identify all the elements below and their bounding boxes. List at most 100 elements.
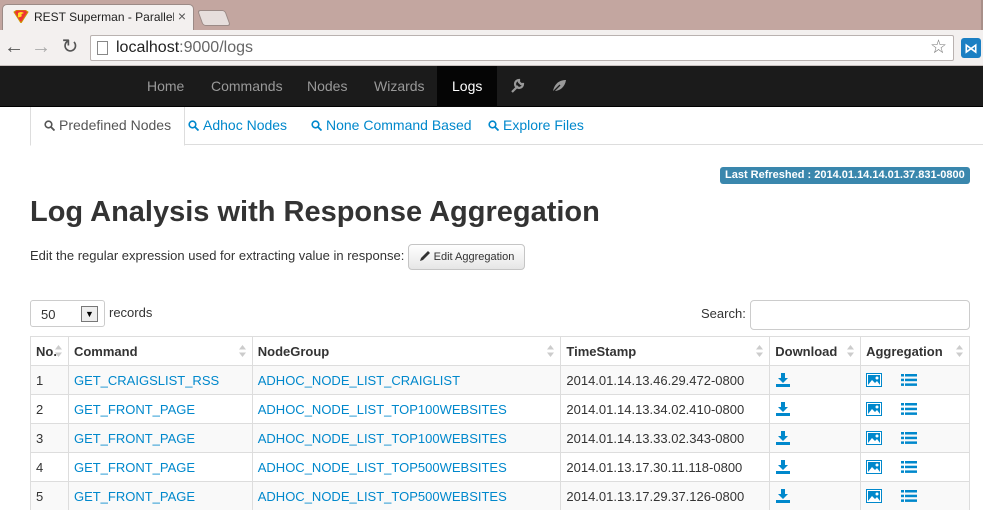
page-title: Log Analysis with Response Aggregation [30, 196, 600, 228]
back-icon[interactable]: ← [2, 35, 26, 59]
superman-shield-icon [13, 10, 29, 23]
cell-aggregation [860, 394, 970, 424]
last-refreshed-badge: Last Refreshed : 2014.01.14.14.01.37.831… [720, 167, 970, 184]
column-header-download[interactable]: Download [769, 336, 862, 366]
nav-commands[interactable]: Commands [196, 66, 298, 107]
cell-download [769, 394, 862, 424]
nav-home[interactable]: Home [132, 66, 199, 107]
header-label: Aggregation [866, 343, 943, 359]
cell-no: 3 [30, 423, 69, 453]
download-icon[interactable] [775, 459, 791, 474]
cell-command: GET_FRONT_PAGE [67, 452, 253, 482]
logs-table: No. Command NodeGroup TimeStamp Download… [30, 336, 970, 510]
cell-no: 5 [30, 481, 69, 510]
cell-aggregation [860, 481, 970, 510]
list-icon[interactable] [901, 431, 918, 445]
column-header-command[interactable]: Command [67, 336, 253, 366]
picture-icon[interactable] [866, 488, 883, 503]
download-icon[interactable] [775, 430, 791, 445]
address-bar[interactable]: localhost:9000/logs ☆ [90, 35, 954, 61]
edit-aggregation-label: Edit Aggregation [433, 251, 515, 263]
search-icon [188, 120, 199, 131]
nav-nodes[interactable]: Nodes [292, 66, 362, 107]
column-header-no[interactable]: No. [30, 336, 69, 366]
sort-icon [238, 345, 246, 357]
extension-icon[interactable]: ⋈ [961, 38, 981, 58]
header-label: Command [73, 343, 138, 359]
nav-wizards[interactable]: Wizards [359, 66, 440, 107]
reload-icon[interactable]: ↻ [58, 35, 82, 59]
edit-aggregation-button[interactable]: Edit Aggregation [408, 244, 525, 270]
tab-explore-files[interactable]: Explore Files [475, 107, 597, 145]
search-input[interactable] [750, 300, 970, 330]
cell-no: 4 [30, 452, 69, 482]
cell-aggregation [860, 423, 970, 453]
download-icon[interactable] [775, 401, 791, 416]
cell-timestamp: 2014.01.14.13.46.29.472-0800 [560, 365, 771, 395]
cell-nodegroup: ADHOC_NODE_LIST_TOP100WEBSITES [251, 394, 562, 424]
header-label: Download [775, 343, 838, 359]
forward-icon[interactable]: → [29, 35, 53, 59]
command-link[interactable]: GET_CRAIGSLIST_RSS [74, 373, 219, 388]
sort-icon [956, 345, 963, 357]
command-link[interactable]: GET_FRONT_PAGE [74, 460, 195, 475]
leaf-icon[interactable] [551, 78, 567, 94]
search-icon [488, 120, 499, 131]
new-tab-button[interactable] [197, 10, 231, 26]
command-link[interactable]: GET_FRONT_PAGE [74, 489, 195, 504]
picture-icon[interactable] [866, 459, 883, 474]
cell-command: GET_FRONT_PAGE [67, 423, 253, 453]
command-link[interactable]: GET_FRONT_PAGE [74, 402, 195, 417]
cell-no: 2 [30, 394, 69, 424]
sort-icon [756, 345, 764, 357]
bookmark-star-icon[interactable]: ☆ [930, 36, 947, 59]
download-icon[interactable] [775, 372, 791, 387]
nodegroup-link[interactable]: ADHOC_NODE_LIST_TOP500WEBSITES [258, 489, 507, 504]
tab-predefined-nodes[interactable]: Predefined Nodes [30, 107, 186, 146]
app-navbar: Home Commands Nodes Wizards Logs [0, 66, 983, 107]
table-row: 4 GET_FRONT_PAGE ADHOC_NODE_LIST_TOP500W… [30, 452, 970, 482]
list-icon[interactable] [901, 373, 918, 387]
column-header-timestamp[interactable]: TimeStamp [560, 336, 771, 366]
records-per-page-select[interactable]: 50 ▼ [30, 300, 105, 327]
table-row: 1 GET_CRAIGSLIST_RSS ADHOC_NODE_LIST_CRA… [30, 365, 970, 395]
list-icon[interactable] [901, 402, 918, 416]
list-icon[interactable] [901, 460, 918, 474]
browser-tab[interactable]: REST Superman - Parallel × [2, 4, 194, 30]
cell-download [769, 365, 862, 395]
nav-logs[interactable]: Logs [437, 66, 498, 107]
cell-aggregation [860, 365, 970, 395]
picture-icon[interactable] [866, 401, 883, 416]
nodegroup-link[interactable]: ADHOC_NODE_LIST_CRAIGLIST [258, 373, 460, 388]
chevron-down-icon[interactable]: ▼ [81, 306, 98, 322]
picture-icon[interactable] [866, 372, 883, 387]
header-label: NodeGroup [257, 343, 330, 359]
download-icon[interactable] [775, 488, 791, 503]
wrench-icon[interactable] [509, 78, 525, 94]
edit-description: Edit the regular expression used for ext… [30, 248, 405, 263]
cell-nodegroup: ADHOC_NODE_LIST_TOP100WEBSITES [251, 423, 562, 453]
cell-nodegroup: ADHOC_NODE_LIST_TOP500WEBSITES [251, 481, 562, 510]
picture-icon[interactable] [866, 430, 883, 445]
column-header-aggregation[interactable]: Aggregation [860, 336, 970, 366]
command-link[interactable]: GET_FRONT_PAGE [74, 431, 195, 446]
close-icon[interactable]: × [178, 8, 186, 24]
cell-no: 1 [30, 365, 69, 395]
column-header-nodegroup[interactable]: NodeGroup [251, 336, 562, 366]
nodegroup-link[interactable]: ADHOC_NODE_LIST_TOP500WEBSITES [258, 460, 507, 475]
nodegroup-link[interactable]: ADHOC_NODE_LIST_TOP100WEBSITES [258, 431, 507, 446]
table-header-row: No. Command NodeGroup TimeStamp Download… [30, 336, 970, 366]
records-label: records [109, 305, 153, 320]
cell-download [769, 423, 862, 453]
tab-adhoc-nodes[interactable]: Adhoc Nodes [175, 107, 300, 145]
tab-none-command-based[interactable]: None Command Based [298, 107, 485, 145]
tab-label: Predefined Nodes [59, 117, 172, 133]
pencil-icon [419, 251, 430, 261]
cell-aggregation [860, 452, 970, 482]
cell-timestamp: 2014.01.13.17.29.37.126-0800 [560, 481, 771, 510]
cell-command: GET_FRONT_PAGE [67, 481, 253, 510]
cell-timestamp: 2014.01.14.13.33.02.343-0800 [560, 423, 771, 453]
browser-toolbar: ← → ↻ localhost:9000/logs ☆ ⋈ [0, 30, 983, 66]
list-icon[interactable] [901, 489, 918, 503]
nodegroup-link[interactable]: ADHOC_NODE_LIST_TOP100WEBSITES [258, 402, 507, 417]
